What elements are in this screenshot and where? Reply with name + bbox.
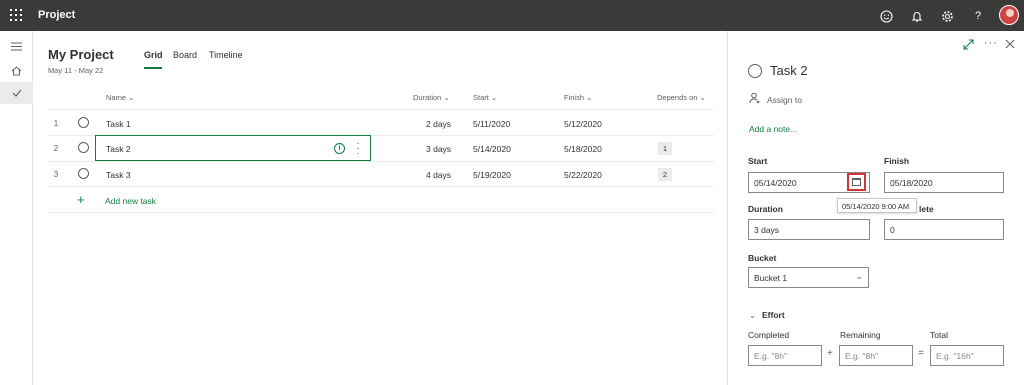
column-header-duration[interactable]: Duration ⌄ bbox=[413, 93, 450, 102]
duration-label: Duration bbox=[748, 204, 783, 214]
row-number: 2 bbox=[53, 144, 59, 153]
task-name-edit-outline bbox=[95, 135, 371, 161]
project-dates: May 11 - May 22 bbox=[48, 66, 104, 75]
bucket-value: Bucket 1 bbox=[754, 273, 788, 283]
row-divider bbox=[48, 109, 714, 110]
row-number: 1 bbox=[53, 119, 59, 128]
column-header-start[interactable]: Start ⌄ bbox=[473, 93, 497, 102]
complete-circle-icon[interactable] bbox=[78, 142, 89, 153]
start-date-tooltip: 05/14/2020 9:00 AM bbox=[837, 198, 917, 213]
bucket-label: Bucket bbox=[748, 253, 777, 263]
tab-board[interactable]: Board bbox=[173, 50, 197, 60]
task-start[interactable]: 5/19/2020 bbox=[473, 170, 511, 180]
task-finish[interactable]: 5/22/2020 bbox=[564, 170, 602, 180]
project-title[interactable]: My Project bbox=[48, 47, 114, 62]
home-icon[interactable] bbox=[0, 60, 33, 82]
plus-operator: + bbox=[827, 348, 833, 359]
start-label: Start bbox=[748, 156, 768, 166]
task-finish[interactable]: 5/12/2020 bbox=[564, 119, 602, 129]
duration-input[interactable] bbox=[748, 219, 870, 240]
equals-operator: = bbox=[918, 348, 924, 359]
task-duration[interactable]: 2 days bbox=[426, 119, 451, 129]
help-icon[interactable]: ? bbox=[971, 9, 985, 23]
app-title: Project bbox=[38, 9, 76, 21]
expand-icon[interactable] bbox=[963, 39, 974, 52]
task-finish[interactable]: 5/18/2020 bbox=[564, 144, 602, 154]
finish-date-input[interactable] bbox=[884, 172, 1004, 193]
effort-section-label[interactable]: Effort bbox=[762, 310, 785, 320]
task-name[interactable]: Task 3 bbox=[106, 170, 131, 180]
app-launcher-icon[interactable] bbox=[10, 9, 22, 21]
tab-timeline[interactable]: Timeline bbox=[209, 50, 243, 60]
task-name[interactable]: Task 1 bbox=[106, 119, 131, 129]
add-new-task-link[interactable]: Add new task bbox=[105, 196, 156, 206]
more-options-icon[interactable]: ··· bbox=[984, 37, 998, 49]
chevron-down-icon[interactable]: ⌄ bbox=[749, 311, 756, 320]
task-start[interactable]: 5/11/2020 bbox=[473, 119, 510, 129]
feedback-smile-icon[interactable] bbox=[879, 9, 893, 23]
task-duration[interactable]: 4 days bbox=[426, 170, 451, 180]
percent-complete-input[interactable] bbox=[884, 219, 1004, 240]
bell-icon[interactable] bbox=[910, 9, 924, 23]
check-icon[interactable] bbox=[0, 82, 33, 104]
table-row[interactable]: 1 Task 1 2 days 5/11/2020 5/12/2020 bbox=[48, 111, 714, 136]
completed-effort-label: Completed bbox=[748, 330, 790, 340]
avatar[interactable] bbox=[999, 5, 1019, 25]
task-start[interactable]: 5/14/2020 bbox=[473, 144, 511, 154]
completed-effort-input[interactable] bbox=[748, 345, 822, 366]
complete-circle-icon[interactable] bbox=[748, 64, 762, 78]
add-note-link[interactable]: Add a note... bbox=[749, 124, 797, 134]
finish-label: Finish bbox=[884, 156, 910, 166]
assign-to-link[interactable]: Assign to bbox=[767, 95, 802, 105]
close-icon[interactable] bbox=[1005, 39, 1015, 51]
assign-person-icon[interactable] bbox=[749, 92, 761, 106]
task-title[interactable]: Task 2 bbox=[770, 63, 808, 78]
total-effort-input[interactable] bbox=[930, 345, 1004, 366]
bucket-select[interactable]: Bucket 1 ⌄ bbox=[748, 267, 869, 288]
percent-complete-label: lete bbox=[919, 204, 934, 214]
column-header-finish[interactable]: Finish ⌄ bbox=[564, 93, 592, 102]
dependency-badge[interactable]: 1 bbox=[658, 142, 672, 155]
calendar-icon bbox=[852, 178, 861, 186]
dependency-badge[interactable]: 2 bbox=[658, 168, 672, 181]
task-duration[interactable]: 3 days bbox=[426, 144, 451, 154]
row-number: 3 bbox=[53, 170, 59, 179]
row-divider bbox=[48, 212, 714, 213]
chevron-down-icon: ⌄ bbox=[855, 271, 863, 281]
remaining-effort-label: Remaining bbox=[840, 330, 881, 340]
plus-icon[interactable]: + bbox=[77, 192, 85, 207]
table-row[interactable]: 3 Task 3 4 days 5/19/2020 5/22/2020 2 bbox=[48, 162, 714, 187]
column-header-name[interactable]: Name ⌄ bbox=[106, 93, 134, 102]
top-bar: Project ? bbox=[0, 0, 1024, 31]
left-rail bbox=[0, 31, 33, 385]
column-header-depends[interactable]: Depends on ⌄ bbox=[657, 93, 706, 102]
remaining-effort-input[interactable] bbox=[839, 345, 913, 366]
total-effort-label: Total bbox=[930, 330, 948, 340]
calendar-picker-button[interactable] bbox=[847, 173, 866, 191]
complete-circle-icon[interactable] bbox=[78, 168, 89, 179]
complete-circle-icon[interactable] bbox=[78, 117, 89, 128]
tab-active-indicator bbox=[144, 67, 162, 69]
tab-grid[interactable]: Grid bbox=[144, 50, 163, 60]
hamburger-menu-icon[interactable] bbox=[0, 35, 33, 57]
gear-icon[interactable] bbox=[940, 9, 954, 23]
